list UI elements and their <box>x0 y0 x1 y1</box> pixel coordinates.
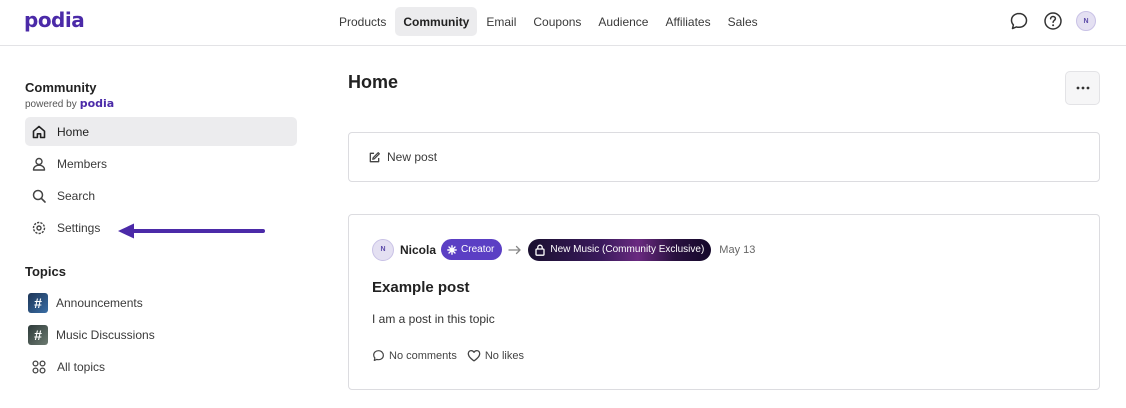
more-options-button[interactable] <box>1065 71 1100 105</box>
post-header: N Nicola Creator New Music (Community Ex… <box>372 238 755 261</box>
post-date[interactable]: May 13 <box>719 244 755 256</box>
creator-badge: Creator <box>441 239 503 260</box>
nav-sales[interactable]: Sales <box>720 7 766 36</box>
sidebar-item-label: Members <box>57 156 108 171</box>
heart-icon <box>467 349 481 362</box>
topics-heading: Topics <box>25 264 66 279</box>
topic-label: Announcements <box>56 295 143 310</box>
nav-products[interactable]: Products <box>331 7 394 36</box>
topic-music-discussions[interactable]: # Music Discussions <box>25 320 297 349</box>
chat-icon[interactable] <box>1008 10 1030 32</box>
post-actions: No comments No likes <box>372 349 524 362</box>
topic-announcements[interactable]: # Announcements <box>25 288 297 317</box>
ellipsis-icon <box>1076 86 1089 90</box>
topic-label: Music Discussions <box>56 327 155 342</box>
help-icon[interactable] <box>1042 10 1064 32</box>
sidebar-title: Community <box>25 80 97 95</box>
nav-email[interactable]: Email <box>478 7 524 36</box>
topic-label: All topics <box>57 359 106 374</box>
post-card: N Nicola Creator New Music (Community Ex… <box>348 214 1100 390</box>
sidebar-item-home[interactable]: Home <box>25 117 297 146</box>
new-post-label: New post <box>387 150 438 164</box>
main-nav: Products Community Email Coupons Audienc… <box>331 7 767 36</box>
powered-by: powered by podia <box>25 97 297 110</box>
powered-by-label: powered by <box>25 99 77 110</box>
edit-icon <box>368 151 381 164</box>
nav-affiliates[interactable]: Affiliates <box>657 7 718 36</box>
page-title: Home <box>348 72 399 92</box>
lock-icon <box>535 244 546 256</box>
author-avatar[interactable]: N <box>372 238 394 261</box>
nav-audience[interactable]: Audience <box>590 7 656 36</box>
search-icon <box>30 187 48 205</box>
likes-label: No likes <box>484 349 524 362</box>
post-title[interactable]: Example post <box>372 279 470 296</box>
home-icon <box>30 123 48 141</box>
user-icon <box>30 155 48 173</box>
post-author[interactable]: Nicola <box>400 243 436 257</box>
nav-community[interactable]: Community <box>395 7 478 36</box>
comment-icon <box>373 350 384 362</box>
user-avatar[interactable]: N <box>1076 11 1096 31</box>
likes-button[interactable]: No likes <box>467 349 524 362</box>
podia-logo[interactable]: podia <box>24 8 85 32</box>
gear-icon <box>30 219 48 237</box>
top-bar: podia Products Community Email Coupons A… <box>0 0 1126 46</box>
grid-icon <box>30 358 48 376</box>
nav-coupons[interactable]: Coupons <box>525 7 589 36</box>
arrow-right-icon <box>508 245 522 255</box>
hash-icon: # <box>28 324 48 345</box>
topic-badge[interactable]: New Music (Community Exclusive) <box>528 238 712 261</box>
post-body: I am a post in this topic <box>372 312 495 326</box>
topics-list: # Announcements # Music Discussions All … <box>25 288 297 381</box>
topic-all-topics[interactable]: All topics <box>25 352 297 381</box>
sidebar-item-search[interactable]: Search <box>25 181 297 210</box>
hash-icon: # <box>28 292 48 313</box>
annotation-arrow-icon <box>118 223 265 239</box>
sidebar-item-label: Home <box>57 124 90 139</box>
comments-button[interactable]: No comments <box>372 349 457 362</box>
new-post-button[interactable]: New post <box>348 132 1100 182</box>
header-actions: N <box>1008 10 1096 32</box>
sidebar-item-label: Settings <box>57 220 101 235</box>
creator-badge-label: Creator <box>461 244 495 255</box>
asterisk-icon <box>447 244 457 255</box>
sidebar-item-members[interactable]: Members <box>25 149 297 178</box>
sidebar-item-label: Search <box>57 188 96 203</box>
comments-label: No comments <box>389 349 457 362</box>
powered-by-logo: podia <box>79 97 115 110</box>
topic-badge-label: New Music (Community Exclusive) <box>550 244 705 255</box>
